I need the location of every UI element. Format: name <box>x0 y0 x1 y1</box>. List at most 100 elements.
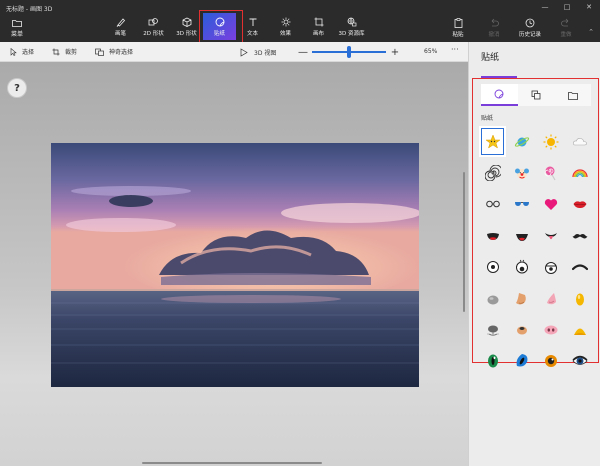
canvas-area[interactable]: ? <box>0 62 468 466</box>
close-button[interactable]: ✕ <box>578 0 600 14</box>
heart-icon <box>544 199 557 211</box>
sticker-half-eye[interactable] <box>537 252 564 283</box>
undo-icon <box>491 18 499 27</box>
effects-icon <box>281 17 290 26</box>
sticker-clown-face[interactable] <box>508 157 535 188</box>
tab-label: 2D 形状 <box>143 31 164 37</box>
tab-2d-shapes[interactable]: 2D 形状 <box>137 13 170 40</box>
sticker-mustache[interactable] <box>566 220 593 251</box>
sticker-star-face[interactable] <box>479 126 506 158</box>
stickers-highlight-outline <box>199 10 243 44</box>
sticker-tan-animal-nose[interactable] <box>508 314 535 345</box>
sticker-open-mouth[interactable] <box>479 220 506 251</box>
pig-nose-icon <box>544 325 557 335</box>
smiling-mouth-icon <box>515 233 528 241</box>
tab-custom-category[interactable] <box>554 84 591 106</box>
mustache-icon <box>572 233 587 239</box>
sticker-round-eye[interactable] <box>508 252 535 283</box>
tab-label: 文本 <box>246 31 258 37</box>
sticker-tongue-mouth[interactable] <box>537 220 564 251</box>
sticker-lollipop[interactable] <box>537 157 564 188</box>
section-label: 贴纸 <box>481 115 494 122</box>
history-icon <box>525 18 535 28</box>
crop-button[interactable]: 裁剪 <box>52 47 77 56</box>
select-button[interactable]: 选择 <box>10 47 34 56</box>
sticker-heart[interactable] <box>537 189 564 220</box>
sticker-rainbow[interactable] <box>566 157 593 188</box>
magic-select-button[interactable]: 神奇选择 <box>95 47 133 56</box>
lips-icon <box>573 201 586 209</box>
sunset-over-ocean-photo[interactable] <box>51 143 419 387</box>
tab-label: 效果 <box>279 31 291 37</box>
vertical-scrollbar[interactable] <box>463 172 465 312</box>
undo-button[interactable]: 撤消 <box>476 16 512 40</box>
sticker-sun[interactable] <box>537 126 564 157</box>
horizontal-scrollbar[interactable] <box>142 462 322 464</box>
sticker-cloud[interactable] <box>566 126 593 157</box>
3d-view-toggle[interactable]: 3D 视图 <box>240 48 276 57</box>
cartoon-eye-icon <box>486 261 499 274</box>
more-options-button[interactable]: ··· <box>451 45 459 54</box>
3d-shapes-icon <box>182 17 191 27</box>
tab-3d-library[interactable]: 3D 资源库 <box>335 13 368 40</box>
panel-title: 贴纸 <box>481 53 500 63</box>
glasses-icon <box>485 201 500 208</box>
tab-canvas[interactable]: 画布 <box>302 13 335 40</box>
tab-shapes-category[interactable] <box>518 84 555 106</box>
redo-icon <box>561 18 569 27</box>
tab-brush[interactable]: 画笔 <box>104 13 137 40</box>
zoom-slider-thumb[interactable] <box>347 46 351 58</box>
open-mouth-icon <box>486 232 499 240</box>
canvas-icon <box>314 17 323 26</box>
zoom-out-button[interactable]: — <box>298 47 308 58</box>
undo-label: 撤消 <box>488 32 500 38</box>
cloud-icon <box>572 137 587 145</box>
magic-select-label: 神奇选择 <box>109 49 134 56</box>
menu-button[interactable]: 菜单 <box>4 16 30 40</box>
shapes-icon <box>531 90 541 100</box>
clown-face-icon <box>514 168 529 180</box>
2d-shapes-icon <box>148 17 158 25</box>
sticker-smiley-icon <box>494 89 504 99</box>
sticker-spiral[interactable] <box>479 157 506 188</box>
tab-stickers-category[interactable] <box>481 84 518 106</box>
sticker-lips[interactable] <box>566 189 593 220</box>
gray-nose-icon <box>487 295 498 305</box>
sticker-glasses[interactable] <box>479 189 506 220</box>
sticker-smiling-mouth[interactable] <box>508 220 535 251</box>
zoom-value: 65% <box>424 48 438 55</box>
sticker-green-eye[interactable] <box>479 346 506 377</box>
tan-animal-nose-icon <box>516 326 527 335</box>
window-title: 无标题 - 画图 3D <box>6 6 53 13</box>
paste-label: 粘贴 <box>452 32 464 38</box>
sticker-sunglasses[interactable] <box>508 189 535 220</box>
sticker-blue-eye[interactable] <box>508 346 535 377</box>
help-button[interactable]: ? <box>7 78 27 98</box>
sticker-gray-animal-nose[interactable] <box>479 314 506 345</box>
tab-effects[interactable]: 效果 <box>269 13 302 40</box>
sticker-yellow-nose[interactable] <box>566 283 593 314</box>
history-button[interactable]: 历史记录 <box>512 16 548 40</box>
redo-button[interactable]: 重做 <box>548 16 584 40</box>
zoom-in-button[interactable]: + <box>390 47 400 58</box>
sticker-category-tabs <box>481 84 591 106</box>
edit-tools: 粘贴 撤消 历史记录 重做 <box>440 16 584 40</box>
maximize-button[interactable]: □ <box>556 0 578 14</box>
sticker-orange-eye[interactable] <box>537 346 564 377</box>
sticker-tan-nose[interactable] <box>508 283 535 314</box>
tab-label: 画布 <box>312 31 324 37</box>
minimize-button[interactable]: — <box>534 0 556 14</box>
sticker-planet[interactable] <box>508 126 535 157</box>
sticker-pig-nose[interactable] <box>537 314 564 345</box>
sticker-pink-nose[interactable] <box>537 283 564 314</box>
planet-icon <box>514 137 529 147</box>
sticker-eyebrow[interactable] <box>566 252 593 283</box>
paste-button[interactable]: 粘贴 <box>440 16 476 40</box>
sticker-yellow-beak[interactable] <box>566 314 593 345</box>
collapse-ribbon-icon[interactable]: ⌃ <box>588 28 594 36</box>
sticker-cartoon-eye[interactable] <box>479 252 506 283</box>
sticker-dark-eye[interactable] <box>566 346 593 377</box>
sticker-gray-nose[interactable] <box>479 283 506 314</box>
zoom-slider[interactable] <box>312 45 386 59</box>
cursor-icon <box>10 47 17 56</box>
